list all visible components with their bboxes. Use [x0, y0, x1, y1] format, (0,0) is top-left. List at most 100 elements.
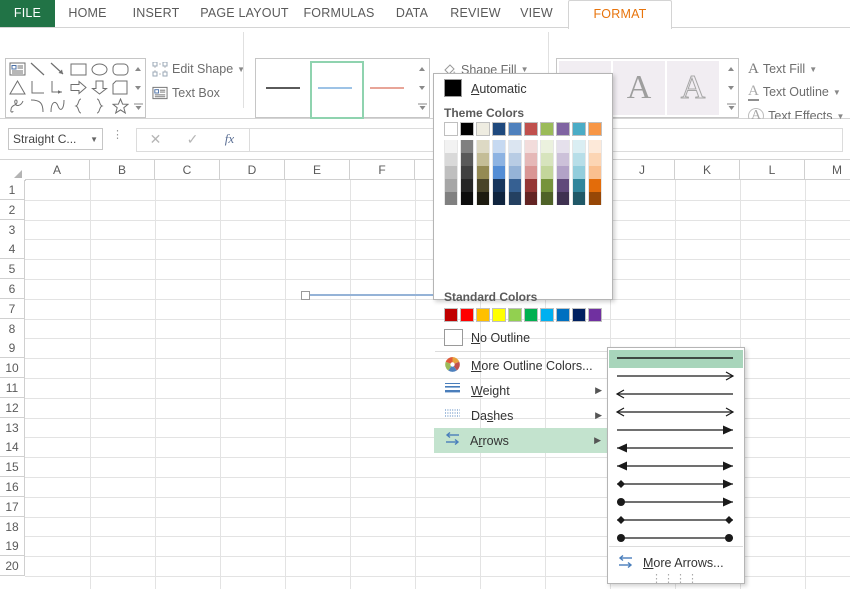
theme-color-tan-shade-4[interactable] — [476, 179, 490, 192]
row-header-4[interactable]: 4 — [0, 239, 25, 260]
standard-color-dark-red[interactable] — [444, 308, 458, 322]
style-scroll-up-button[interactable] — [415, 59, 429, 78]
theme-color-dark-blue-shade-4[interactable] — [492, 179, 506, 192]
oval-shape-icon[interactable] — [91, 62, 108, 76]
theme-color-dark-blue-shade-1[interactable] — [492, 140, 506, 153]
shape-styles-gallery[interactable] — [255, 58, 417, 119]
theme-color-aqua-shade-1[interactable] — [572, 140, 586, 153]
menu-item-arrows[interactable]: Arrows ▶ — [434, 428, 612, 453]
theme-color-blue[interactable] — [508, 122, 522, 136]
gallery-scroll-up-button[interactable] — [131, 59, 145, 78]
standard-color-green[interactable] — [524, 308, 538, 322]
theme-color-orange-shade-4[interactable] — [588, 179, 602, 192]
theme-color-blue-shade-5[interactable] — [508, 192, 522, 205]
row-header-2[interactable]: 2 — [0, 199, 25, 220]
arrow-style-oval-start-filled-end[interactable] — [609, 494, 743, 512]
theme-color-dark-blue-shade-5[interactable] — [492, 192, 506, 205]
shape-style-swatch-3[interactable] — [362, 61, 412, 115]
theme-color-aqua-shade-3[interactable] — [572, 166, 586, 179]
chevron-down-icon[interactable]: ▼ — [809, 65, 817, 74]
standard-color-orange[interactable] — [476, 308, 490, 322]
theme-color-purple-shade-2[interactable] — [556, 153, 570, 166]
wordart-more-button[interactable] — [724, 97, 738, 116]
row-header-15[interactable]: 15 — [0, 457, 25, 478]
standard-color-light-green[interactable] — [508, 308, 522, 322]
right-brace-shape-icon[interactable] — [91, 98, 108, 114]
theme-color-aqua-shade-4[interactable] — [572, 179, 586, 192]
theme-color-blue-shade-4[interactable] — [508, 179, 522, 192]
curve-shape-icon[interactable] — [30, 98, 46, 114]
theme-color-black-shade-5[interactable] — [460, 192, 474, 205]
theme-color-red-shade-5[interactable] — [524, 192, 538, 205]
tab-formulas[interactable]: FORMULAS — [297, 0, 381, 27]
theme-color-black-shade-3[interactable] — [460, 166, 474, 179]
arrow-style-open-start[interactable] — [609, 386, 743, 404]
wordart-scroll-up-button[interactable] — [724, 59, 738, 78]
right-arrow-shape-icon[interactable] — [70, 80, 87, 95]
theme-color-white-shade-1[interactable] — [444, 140, 458, 153]
theme-color-black-shade-1[interactable] — [460, 140, 474, 153]
theme-color-blue-shade-2[interactable] — [508, 153, 522, 166]
column-header-L[interactable]: L — [740, 160, 805, 180]
row-header-7[interactable]: 7 — [0, 298, 25, 319]
style-scroll-down-button[interactable] — [415, 78, 429, 97]
theme-color-aqua[interactable] — [572, 122, 586, 136]
elbow-connector-icon[interactable] — [30, 80, 46, 95]
line-shape-icon[interactable] — [30, 62, 46, 76]
down-arrow-shape-icon[interactable] — [91, 80, 108, 95]
row-header-11[interactable]: 11 — [0, 378, 25, 398]
row-header-20[interactable]: 20 — [0, 556, 25, 577]
tab-file[interactable]: FILE — [0, 0, 55, 27]
triangle-shape-icon[interactable] — [9, 80, 26, 95]
standard-color-light-blue[interactable] — [540, 308, 554, 322]
row-header-18[interactable]: 18 — [0, 516, 25, 537]
standard-color-red[interactable] — [460, 308, 474, 322]
row-header-1[interactable]: 1 — [0, 180, 25, 200]
line-arrow-shape-icon[interactable] — [50, 62, 66, 76]
chevron-down-icon[interactable]: ▼ — [833, 88, 841, 97]
menu-item-no-outline[interactable]: No Outline — [435, 325, 611, 350]
gallery-scroll-down-button[interactable] — [131, 78, 145, 97]
column-header-K[interactable]: K — [675, 160, 740, 180]
tab-data[interactable]: DATA — [381, 0, 443, 27]
theme-color-aqua-shade-2[interactable] — [572, 153, 586, 166]
folded-corner-shape-icon[interactable] — [112, 80, 129, 95]
theme-color-dark-blue[interactable] — [492, 122, 506, 136]
text-fill-button[interactable]: A Text Fill ▼ — [748, 59, 817, 79]
theme-color-red-shade-4[interactable] — [524, 179, 538, 192]
column-header-D[interactable]: D — [220, 160, 285, 180]
tab-insert[interactable]: INSERT — [120, 0, 192, 27]
theme-color-tan-shade-2[interactable] — [476, 153, 490, 166]
enter-icon[interactable]: ✓ — [174, 129, 211, 149]
theme-color-purple-shade-4[interactable] — [556, 179, 570, 192]
text-outline-button[interactable]: A Text Outline ▼ — [748, 82, 841, 102]
left-brace-shape-icon[interactable] — [70, 98, 87, 114]
standard-color-yellow[interactable] — [492, 308, 506, 322]
theme-color-red[interactable] — [524, 122, 538, 136]
column-header-B[interactable]: B — [90, 160, 155, 180]
wordart-scroll-down-button[interactable] — [724, 78, 738, 97]
menu-item-more-arrows[interactable]: More Arrows... — [609, 551, 743, 575]
theme-color-red-shade-1[interactable] — [524, 140, 538, 153]
row-header-8[interactable]: 8 — [0, 318, 25, 339]
wordart-swatch-2[interactable]: A — [613, 61, 665, 115]
select-all-corner[interactable] — [0, 160, 26, 181]
shape-style-swatch-1[interactable] — [258, 61, 308, 115]
arrows-submenu[interactable]: More Arrows... ⋮⋮⋮⋮ — [607, 347, 745, 585]
theme-color-orange-shade-3[interactable] — [588, 166, 602, 179]
tab-view[interactable]: VIEW — [508, 0, 565, 27]
arrow-style-filled-end[interactable] — [609, 422, 743, 440]
menu-item-more-outline-colors[interactable]: More Outline Colors... — [435, 353, 611, 378]
menu-item-dashes[interactable]: Dashes ▶ — [435, 403, 611, 428]
row-header-13[interactable]: 13 — [0, 417, 25, 438]
theme-color-olive-green-shade-1[interactable] — [540, 140, 554, 153]
theme-color-tan-shade-5[interactable] — [476, 192, 490, 205]
column-header-C[interactable]: C — [155, 160, 220, 180]
row-header-16[interactable]: 16 — [0, 477, 25, 497]
menu-item-weight[interactable]: Weight ▶ — [435, 378, 611, 403]
menu-item-automatic[interactable]: Automatic — [435, 76, 611, 101]
shape-styles-scroll[interactable] — [415, 58, 430, 118]
theme-color-purple-shade-5[interactable] — [556, 192, 570, 205]
arrow-style-filled-both[interactable] — [609, 458, 743, 476]
fx-icon[interactable]: fx — [211, 129, 248, 149]
